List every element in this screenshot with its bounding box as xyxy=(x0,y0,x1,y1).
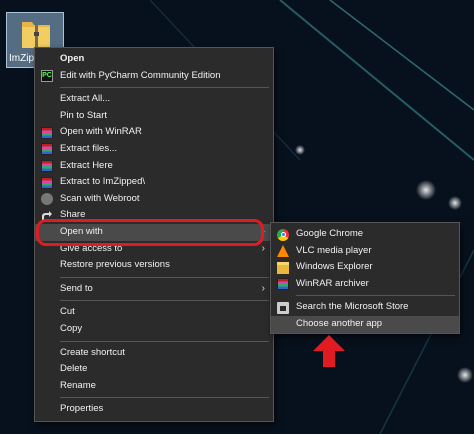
menu-item-label: VLC media player xyxy=(296,244,372,256)
menu-item-pin-to-start[interactable]: Pin to Start xyxy=(35,108,273,125)
menu-item-label: Windows Explorer xyxy=(296,261,373,273)
menu-item-label: Cut xyxy=(60,306,75,318)
menu-item-scan-with-webroot[interactable]: Scan with Webroot xyxy=(35,191,273,208)
winrar-icon xyxy=(277,278,289,291)
menu-item-properties[interactable]: Properties xyxy=(35,401,273,418)
menu-separator xyxy=(60,397,269,399)
winrar-icon xyxy=(41,126,53,139)
menu-item-label: Properties xyxy=(60,403,104,415)
menu-separator xyxy=(60,87,269,89)
zip-folder-icon xyxy=(22,22,50,48)
menu-item-label: Send to xyxy=(60,282,93,294)
open-with-item-vlc-media-player[interactable]: VLC media player xyxy=(271,243,459,260)
menu-item-label: Extract files... xyxy=(60,142,118,154)
menu-item-open-with-winrar[interactable]: Open with WinRAR xyxy=(35,124,273,141)
menu-item-extract-files[interactable]: Extract files... xyxy=(35,141,273,158)
menu-item-extract-here[interactable]: Extract Here xyxy=(35,158,273,175)
menu-item-label: Open with WinRAR xyxy=(60,126,142,138)
store-icon xyxy=(277,301,289,314)
chevron-right-icon: › xyxy=(261,282,265,294)
menu-item-send-to[interactable]: Send to › xyxy=(35,281,273,298)
menu-item-label: Choose another app xyxy=(296,317,383,329)
menu-item-extract-to-imzipped[interactable]: Extract to ImZipped\ xyxy=(35,174,273,191)
menu-separator xyxy=(296,295,455,297)
menu-item-rename[interactable]: Rename xyxy=(35,378,273,395)
menu-item-label: Extract All... xyxy=(60,93,111,105)
annotation-highlight-box xyxy=(36,219,264,246)
open-with-item-winrar-archiver[interactable]: WinRAR archiver xyxy=(271,276,459,293)
winrar-icon xyxy=(41,160,53,173)
menu-item-delete[interactable]: Delete xyxy=(35,361,273,378)
menu-item-label: WinRAR archiver xyxy=(296,277,369,289)
open-with-item-windows-explorer[interactable]: Windows Explorer xyxy=(271,259,459,276)
open-with-submenu: Google Chrome VLC media player Windows Exp… xyxy=(270,222,460,334)
menu-item-label: Edit with PyCharm Community Edition xyxy=(60,69,221,81)
menu-item-label: Extract Here xyxy=(60,159,113,171)
menu-item-open[interactable]: Open xyxy=(35,51,273,68)
menu-item-label: Rename xyxy=(60,379,96,391)
menu-separator xyxy=(60,300,269,302)
vlc-icon xyxy=(277,245,289,258)
menu-item-label: Copy xyxy=(60,322,83,334)
menu-item-cut[interactable]: Cut xyxy=(35,304,273,321)
menu-item-label: Create shortcut xyxy=(60,346,125,358)
menu-item-extract-all[interactable]: Extract All... xyxy=(35,91,273,108)
chevron-right-icon: › xyxy=(261,242,265,254)
menu-item-create-shortcut[interactable]: Create shortcut xyxy=(35,345,273,362)
winrar-icon xyxy=(41,143,53,156)
menu-item-label: Google Chrome xyxy=(296,228,364,239)
annotation-arrow-icon xyxy=(313,335,345,367)
open-with-item-search-the-microsoft-store[interactable]: Search the Microsoft Store xyxy=(271,299,459,316)
chrome-icon xyxy=(277,228,289,241)
open-with-item-choose-another-app[interactable]: Choose another app xyxy=(271,315,459,333)
menu-item-label: Open xyxy=(60,53,85,64)
menu-separator xyxy=(60,276,269,278)
menu-item-label: Restore previous versions xyxy=(60,259,170,271)
menu-item-copy[interactable]: Copy xyxy=(35,321,273,338)
menu-item-label: Delete xyxy=(60,363,88,375)
webroot-icon xyxy=(41,193,53,206)
menu-item-label: Extract to ImZipped\ xyxy=(60,176,146,188)
open-with-item-google-chrome[interactable]: Google Chrome xyxy=(271,226,459,243)
menu-separator xyxy=(60,340,269,342)
winrar-icon xyxy=(41,176,53,189)
menu-item-label: Search the Microsoft Store xyxy=(296,301,409,313)
pycharm-icon: PC xyxy=(41,70,53,83)
menu-item-edit-with-pycharm-community-edition[interactable]: PC Edit with PyCharm Community Edition xyxy=(35,68,273,85)
explorer-icon xyxy=(277,261,289,274)
menu-item-label: Pin to Start xyxy=(60,109,107,121)
menu-item-label: Scan with Webroot xyxy=(60,192,140,204)
menu-item-restore-previous-versions[interactable]: Restore previous versions xyxy=(35,257,273,274)
